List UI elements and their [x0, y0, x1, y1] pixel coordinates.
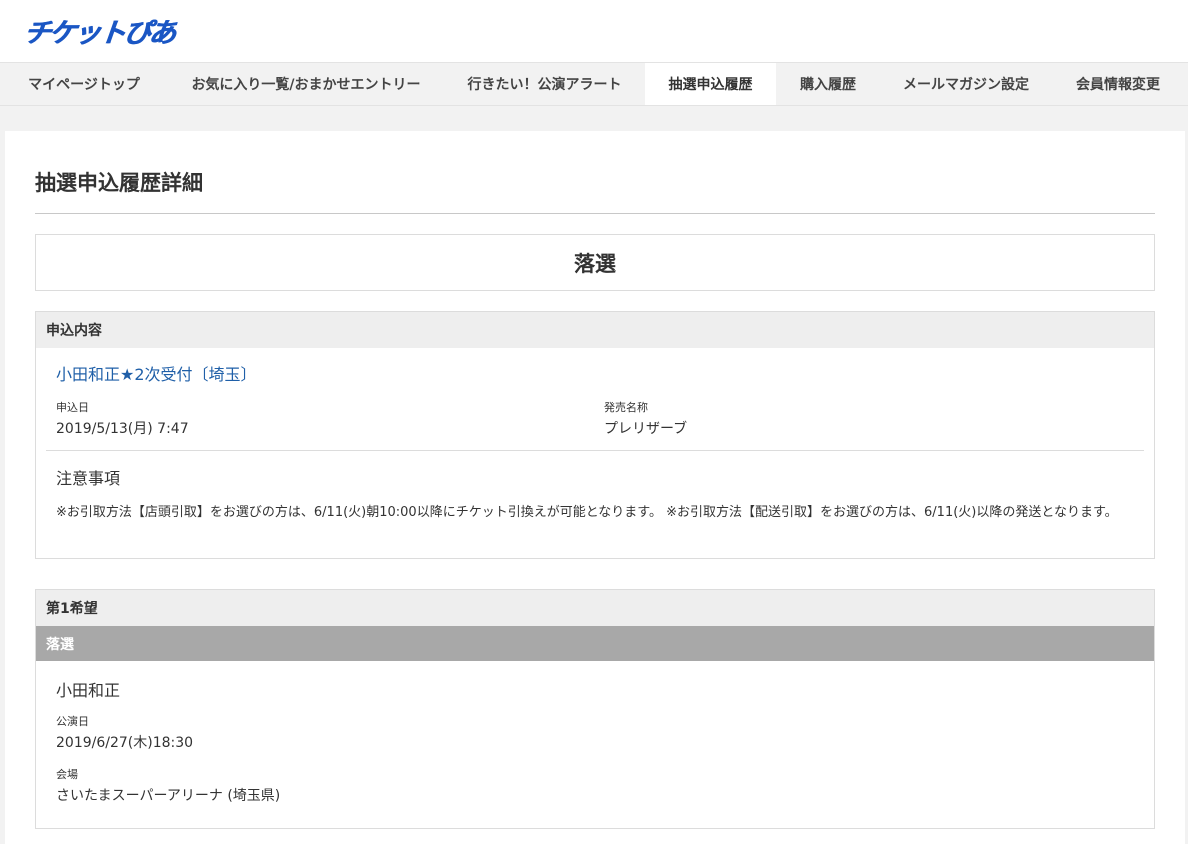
application-divider	[46, 450, 1144, 451]
venue-value: さいたまスーパーアリーナ (埼玉県)	[56, 788, 281, 804]
performance-name: 小田和正	[56, 681, 121, 700]
page-title: 抽選申込履歴詳細	[35, 171, 203, 195]
result-box: 落選	[35, 234, 1155, 291]
performance-date-label: 公演日	[56, 715, 89, 728]
notes-title: 注意事項	[56, 469, 121, 488]
nav-lottery-history[interactable]: 抽選申込履歴	[645, 63, 776, 105]
notes-body: ※お引取方法【店頭引取】をお選びの方は、6/11(火)朝10:00以降にチケット…	[56, 505, 1118, 520]
choice-1-status-bar: 落選	[36, 626, 1154, 661]
venue-label: 会場	[56, 768, 78, 781]
site-header: チケットぴあ	[0, 0, 1188, 62]
choice-1-heading: 第1希望	[36, 590, 1154, 626]
nav-purchase-history[interactable]: 購入履歴	[776, 63, 880, 105]
result-text: 落選	[574, 251, 616, 276]
mypage-nav: マイページトップ お気に入り一覧/おまかせエントリー 行きたい！公演アラート 抽…	[0, 62, 1188, 106]
content-panel: 抽選申込履歴詳細 落選 申込内容 小田和正★2次受付〔埼玉〕 申込日 2019/…	[5, 131, 1185, 844]
nav-mail-magazine[interactable]: メールマガジン設定	[880, 63, 1052, 105]
choice-1: 第1希望 落選 小田和正 公演日 2019/6/27(木)18:30 会場 さい…	[35, 589, 1155, 829]
event-name-link[interactable]: 小田和正★2次受付〔埼玉〕	[56, 361, 257, 385]
application-details: 申込内容 小田和正★2次受付〔埼玉〕 申込日 2019/5/13(月) 7:47…	[35, 311, 1155, 559]
performance-date-value: 2019/6/27(木)18:30	[56, 735, 194, 751]
application-date-label: 申込日	[56, 401, 89, 414]
nav-favorites[interactable]: お気に入り一覧/おまかせエントリー	[168, 63, 444, 105]
title-divider	[35, 213, 1155, 214]
application-date-value: 2019/5/13(月) 7:47	[56, 421, 189, 437]
sale-name-label: 発売名称	[604, 401, 648, 414]
sale-name-value: プレリザーブ	[604, 421, 688, 437]
application-heading: 申込内容	[36, 312, 1154, 348]
ticket-pia-logo[interactable]: チケットぴあ	[22, 11, 176, 50]
nav-member-info[interactable]: 会員情報変更	[1052, 63, 1184, 105]
nav-mypage-top[interactable]: マイページトップ	[0, 63, 168, 105]
nav-alert[interactable]: 行きたい！公演アラート	[444, 63, 645, 105]
